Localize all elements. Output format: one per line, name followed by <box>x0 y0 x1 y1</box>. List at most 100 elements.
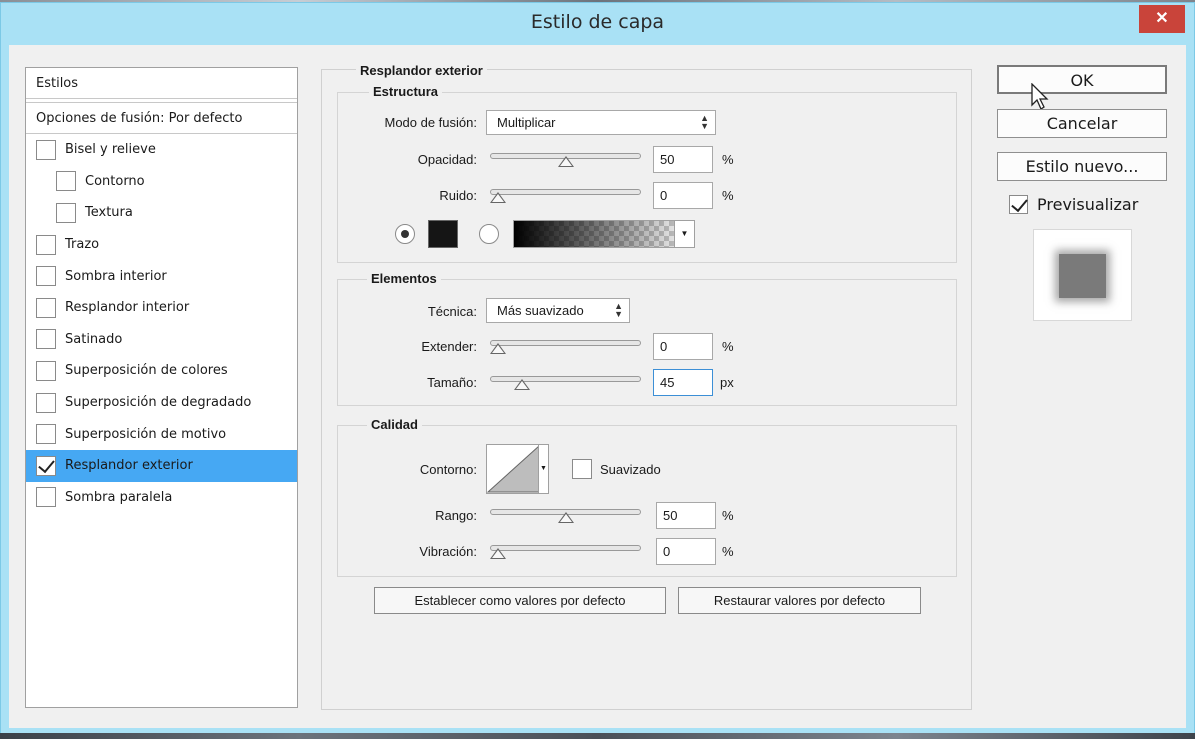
set-default-button[interactable]: Establecer como valores por defecto <box>374 587 666 614</box>
cancel-button[interactable]: Cancelar <box>997 109 1167 138</box>
style-item-drop-shadow[interactable]: Sombra paralela <box>26 482 297 514</box>
style-item-stroke[interactable]: Trazo <box>26 229 297 261</box>
spread-unit: % <box>722 339 734 354</box>
slider-thumb[interactable] <box>557 512 574 523</box>
chevron-down-icon[interactable]: ▼ <box>538 445 548 493</box>
new-style-button[interactable]: Estilo nuevo... <box>997 152 1167 181</box>
style-checkbox[interactable] <box>36 392 56 413</box>
style-item-inner-shadow[interactable]: Sombra interior <box>26 260 297 292</box>
contour-picker[interactable]: ▼ <box>486 444 549 494</box>
style-item-bevel-emboss[interactable]: Bisel y relieve <box>26 134 297 166</box>
reset-default-button[interactable]: Restaurar valores por defecto <box>678 587 921 614</box>
blend-mode-select[interactable]: Multiplicar ▲ ▼ <box>486 110 716 135</box>
size-slider[interactable] <box>490 373 641 391</box>
style-item-label: Bisel y relieve <box>65 142 156 158</box>
style-item-label: Contorno <box>85 173 145 189</box>
structure-title: Estructura <box>369 84 443 99</box>
gradient-radio[interactable] <box>479 224 499 244</box>
style-checkbox[interactable] <box>36 234 56 255</box>
preview-toggle[interactable]: Previsualizar <box>1009 195 1138 214</box>
style-checkbox[interactable] <box>36 139 56 160</box>
close-icon: ✕ <box>1155 10 1169 27</box>
noise-unit: % <box>722 188 734 203</box>
style-checkbox[interactable] <box>56 202 76 223</box>
chevron-down-icon[interactable]: ▼ <box>674 221 694 247</box>
style-item-label: Resplandor interior <box>65 300 190 316</box>
styles-list: Estilos Opciones de fusión: Por defecto … <box>25 67 298 708</box>
jitter-slider[interactable] <box>490 542 641 560</box>
style-item-label: Superposición de colores <box>65 363 228 379</box>
slider-track <box>490 545 641 551</box>
spread-input[interactable]: 0 <box>653 333 713 360</box>
style-preview-thumbnail <box>1033 229 1132 321</box>
noise-slider[interactable] <box>490 186 641 204</box>
jitter-input[interactable]: 0 <box>656 538 716 565</box>
spread-slider[interactable] <box>490 337 641 355</box>
contour-curve-icon <box>486 444 540 493</box>
style-item-outer-glow[interactable]: Resplandor exterior <box>26 449 297 482</box>
style-item-satin[interactable]: Satinado <box>26 324 297 356</box>
technique-label: Técnica: <box>427 304 477 319</box>
range-slider[interactable] <box>490 506 641 524</box>
slider-track <box>490 376 641 382</box>
style-item-inner-glow[interactable]: Resplandor interior <box>26 292 297 324</box>
style-checkbox[interactable] <box>56 171 76 192</box>
style-item-pattern-overlay[interactable]: Superposición de motivo <box>26 418 297 450</box>
style-item-texture[interactable]: Textura <box>26 197 297 229</box>
style-checkbox-checked[interactable] <box>36 455 56 476</box>
desktop-background-bottom <box>0 733 1195 739</box>
style-item-label: Superposición de motivo <box>65 426 227 442</box>
close-button[interactable]: ✕ <box>1139 5 1185 33</box>
range-input[interactable]: 50 <box>656 502 716 529</box>
style-checkbox[interactable] <box>36 266 56 287</box>
solid-color-radio[interactable] <box>395 224 415 244</box>
jitter-label: Vibración: <box>419 544 477 559</box>
slider-thumb[interactable] <box>557 156 574 167</box>
opacity-label: Opacidad: <box>417 152 477 167</box>
glow-color-swatch[interactable] <box>428 220 458 248</box>
contour-label: Contorno: <box>419 462 477 477</box>
jitter-unit: % <box>722 544 734 559</box>
styles-header[interactable]: Estilos <box>26 68 297 99</box>
ok-button[interactable]: OK <box>997 65 1167 94</box>
style-checkbox[interactable] <box>36 424 56 445</box>
select-arrows-icon: ▲ ▼ <box>614 301 623 319</box>
range-unit: % <box>722 508 734 523</box>
slider-thumb[interactable] <box>514 379 531 390</box>
style-checkbox[interactable] <box>36 487 56 508</box>
antialias-checkbox[interactable] <box>572 459 592 479</box>
style-checkbox[interactable] <box>36 297 56 318</box>
glow-gradient-picker[interactable]: ▼ <box>513 220 695 248</box>
quality-title: Calidad <box>367 417 422 432</box>
style-item-color-overlay[interactable]: Superposición de colores <box>26 355 297 387</box>
blend-mode-label: Modo de fusión: <box>384 115 477 130</box>
opacity-input[interactable]: 50 <box>653 146 713 173</box>
title-bar[interactable]: Estilo de capa ✕ <box>1 3 1194 43</box>
style-checkbox[interactable] <box>36 329 56 350</box>
style-item-label: Resplandor exterior <box>65 458 193 474</box>
opacity-unit: % <box>722 152 734 167</box>
style-item-label: Textura <box>85 205 133 221</box>
style-checkbox[interactable] <box>36 360 56 381</box>
layer-style-dialog: Estilo de capa ✕ Estilos Opciones de fus… <box>0 2 1195 735</box>
slider-thumb[interactable] <box>490 548 506 559</box>
style-item-label: Sombra paralela <box>65 489 173 505</box>
style-item-label: Trazo <box>65 237 100 253</box>
blending-options-item[interactable]: Opciones de fusión: Por defecto <box>26 102 297 134</box>
dialog-client: Estilos Opciones de fusión: Por defecto … <box>9 45 1186 728</box>
technique-select[interactable]: Más suavizado ▲ ▼ <box>486 298 630 323</box>
style-item-gradient-overlay[interactable]: Superposición de degradado <box>26 387 297 419</box>
slider-thumb[interactable] <box>490 192 506 203</box>
style-item-label: Superposición de degradado <box>65 395 252 411</box>
style-item-contour[interactable]: Contorno <box>26 166 297 198</box>
size-input[interactable]: 45 <box>653 369 713 396</box>
outer-glow-panel: Resplandor exterior Estructura Modo de f… <box>321 63 972 710</box>
range-label: Rango: <box>435 508 477 523</box>
preview-checkbox[interactable] <box>1009 195 1028 214</box>
noise-input[interactable]: 0 <box>653 182 713 209</box>
slider-thumb[interactable] <box>490 343 506 354</box>
slider-track <box>490 189 641 195</box>
select-arrows-icon: ▲ ▼ <box>700 113 709 131</box>
opacity-slider[interactable] <box>490 150 641 168</box>
size-label: Tamaño: <box>427 375 477 390</box>
